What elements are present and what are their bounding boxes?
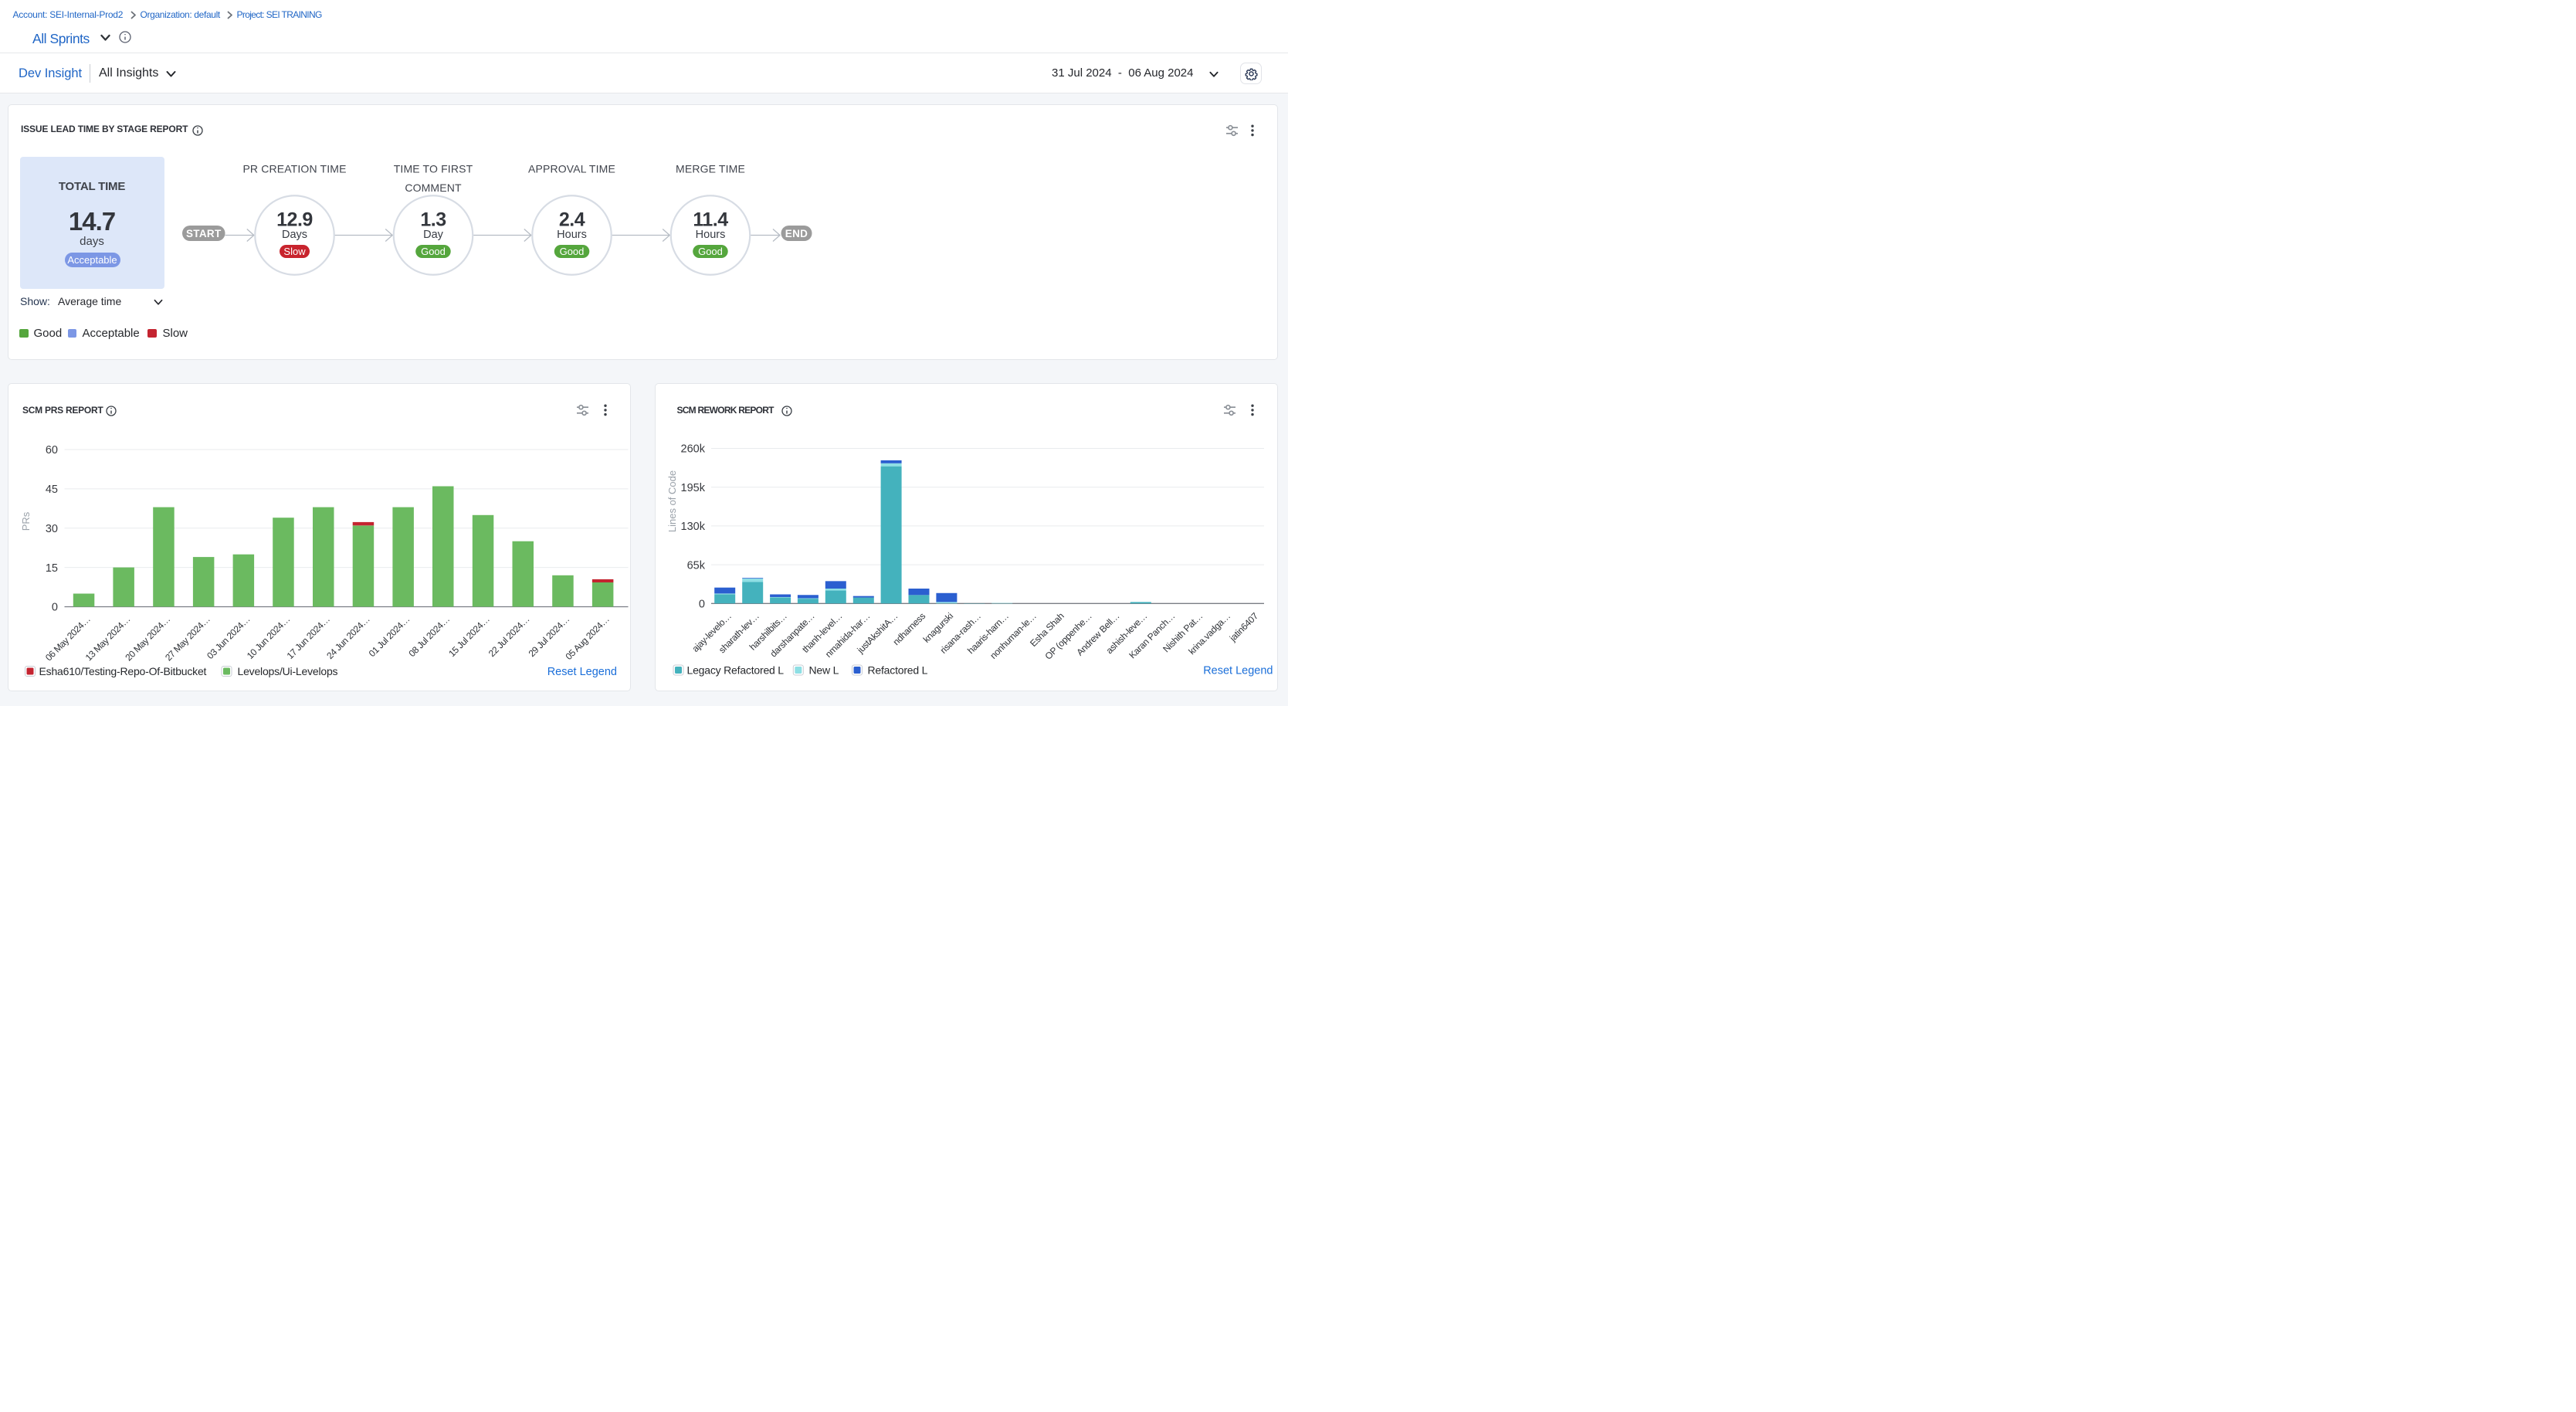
svg-text:jatin6407: jatin6407 [1226, 610, 1260, 644]
svg-text:30: 30 [45, 522, 57, 535]
svg-text:11.4: 11.4 [693, 209, 728, 230]
svg-text:MERGE TIME: MERGE TIME [676, 162, 745, 175]
svg-text:Hours: Hours [557, 229, 587, 241]
svg-text:Days: Days [281, 229, 307, 241]
svg-text:22 Jul 2024…: 22 Jul 2024… [486, 613, 530, 658]
svg-text:COMMENT: COMMENT [405, 182, 462, 194]
svg-text:Day: Day [423, 229, 444, 241]
svg-text:Lines of Code: Lines of Code [666, 470, 678, 531]
svg-text:PR CREATION TIME: PR CREATION TIME [242, 162, 346, 175]
svg-text:PRs: PRs [20, 511, 32, 531]
svg-text:Levelops/Ui-Levelops: Levelops/Ui-Levelops [237, 665, 337, 677]
svg-text:60: 60 [45, 444, 57, 457]
svg-text:Reset Legend: Reset Legend [1203, 664, 1273, 677]
svg-text:12.9: 12.9 [276, 209, 313, 230]
svg-text:130k: 130k [680, 521, 705, 533]
svg-text:08 Jul 2024…: 08 Jul 2024… [406, 613, 451, 658]
svg-text:New L: New L [808, 664, 839, 676]
svg-text:START: START [186, 227, 222, 239]
svg-text:195k: 195k [680, 481, 705, 494]
svg-text:Good: Good [559, 246, 584, 257]
svg-text:24 Jun 2024…: 24 Jun 2024… [324, 613, 371, 660]
svg-text:1.3: 1.3 [420, 209, 446, 230]
svg-text:Good: Good [698, 246, 723, 257]
svg-text:2.4: 2.4 [558, 209, 585, 230]
svg-text:0: 0 [51, 601, 57, 613]
svg-text:Refactored L: Refactored L [867, 664, 927, 676]
svg-text:45: 45 [45, 484, 57, 496]
svg-text:15 Jul 2024…: 15 Jul 2024… [446, 613, 491, 658]
svg-text:END: END [785, 227, 807, 239]
svg-text:Legacy Refactored L: Legacy Refactored L [686, 664, 784, 676]
svg-text:0: 0 [698, 598, 704, 610]
svg-text:Reset Legend: Reset Legend [547, 666, 616, 678]
svg-text:15: 15 [45, 562, 57, 574]
svg-text:Hours: Hours [695, 229, 725, 241]
svg-text:01 Jul 2024…: 01 Jul 2024… [366, 613, 411, 658]
svg-text:TIME TO FIRST: TIME TO FIRST [393, 162, 473, 175]
svg-text:Esha610/Testing-Repo-Of-Bitbuc: Esha610/Testing-Repo-Of-Bitbucket [39, 665, 206, 677]
svg-text:260k: 260k [680, 443, 705, 455]
svg-text:65k: 65k [686, 559, 705, 572]
svg-text:APPROVAL TIME: APPROVAL TIME [528, 162, 615, 175]
svg-text:Slow: Slow [283, 246, 306, 257]
svg-text:Good: Good [421, 246, 446, 257]
